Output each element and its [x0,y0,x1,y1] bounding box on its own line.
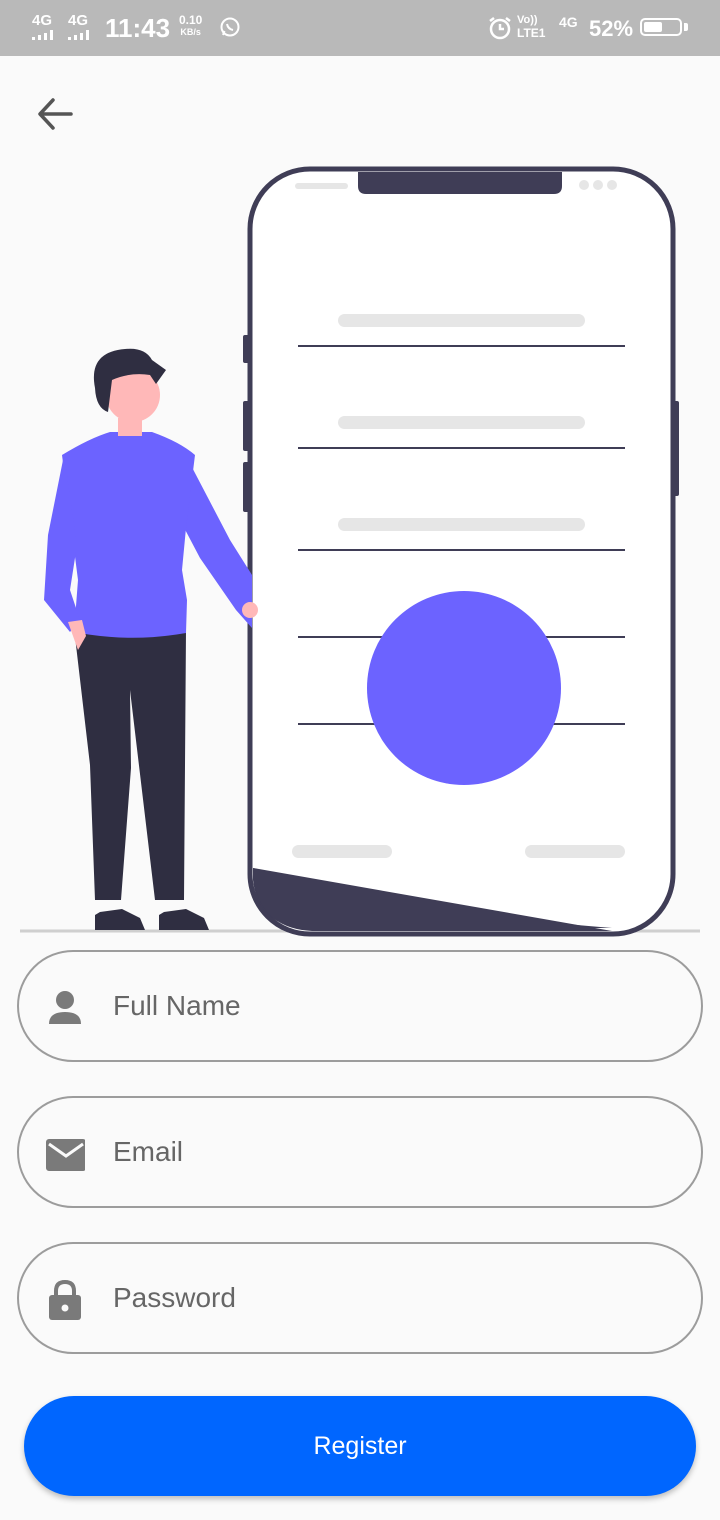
alarm-icon [489,17,511,40]
whatsapp-icon [220,17,240,37]
phone-dot [579,180,589,190]
network-indicator: 4G [32,12,53,29]
network-indicator: 4G [68,12,89,29]
password-field[interactable] [17,1242,703,1354]
signup-illustration [20,166,700,937]
person-icon [49,991,81,1024]
screen-text-placeholder [338,518,585,531]
network-speed-unit: KB/s [180,27,201,37]
email-input[interactable] [113,1122,673,1182]
network-speed-value: 0.10 [179,13,203,27]
phone-dot [593,180,603,190]
email-field[interactable] [17,1096,703,1208]
signal-icon [68,30,89,40]
password-input[interactable] [113,1268,673,1328]
register-button[interactable]: Register [24,1396,696,1496]
phone-dot [607,180,617,190]
signal-icon [32,30,53,40]
volte-indicator-bottom: LTE1 [517,26,546,40]
back-button[interactable] [30,88,82,140]
battery-cap [684,23,688,31]
clock: 11:43 [105,13,171,43]
status-bar: 4G 4G 11:43 0.10 KB/s Vo)) LTE1 4G 52% [0,0,720,56]
envelope-icon [46,1139,85,1171]
screen-text-placeholder [292,845,392,858]
arrow-left-icon [38,98,73,130]
full-name-field[interactable] [17,950,703,1062]
phone-frame [247,166,676,937]
network-speed: 0.10 KB/s [179,14,202,38]
phone-speaker [295,183,348,189]
network-indicator: 4G [559,14,578,30]
person-figure [44,348,258,930]
full-name-input[interactable] [113,976,673,1036]
battery-icon [640,18,682,36]
screen-text-placeholder [338,314,585,327]
battery-percent: 52% [589,16,634,41]
battery-level [644,22,662,32]
volte-indicator: Vo)) LTE1 [517,14,545,40]
screen-text-placeholder [525,845,625,858]
phone-notch [358,172,562,194]
screen-text-placeholder [338,416,585,429]
lock-icon [49,1280,81,1320]
screen-circle [367,591,561,785]
